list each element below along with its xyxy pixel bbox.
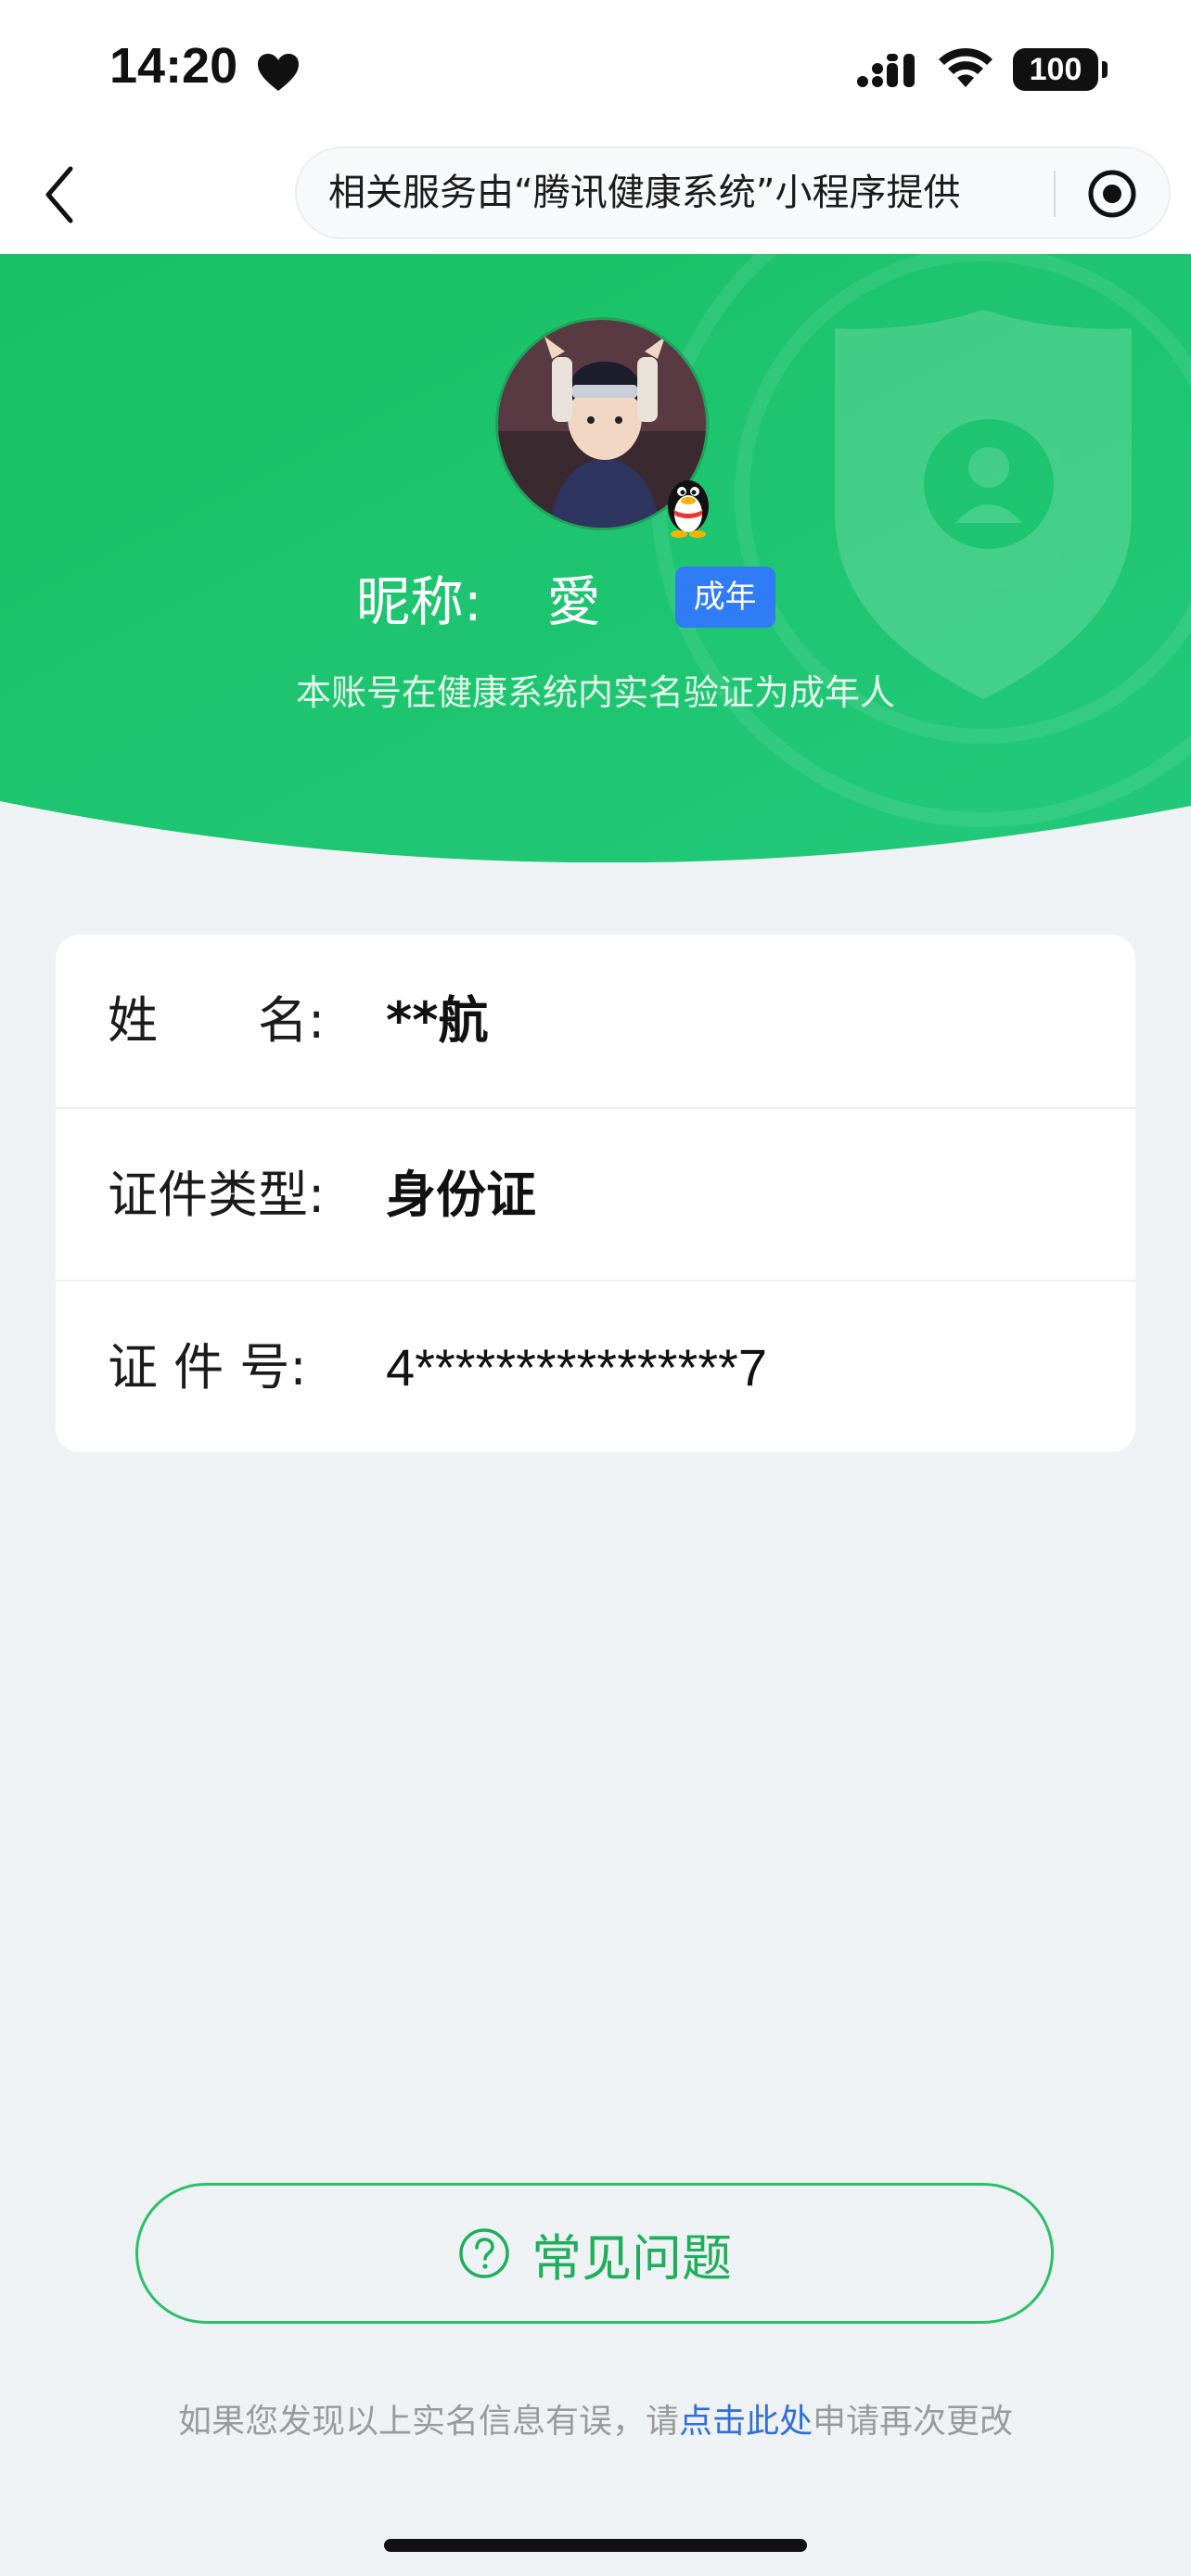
footer-prefix: 如果您发现以上实名信息有误，请 bbox=[177, 2403, 679, 2441]
faq-label: 常见问题 bbox=[531, 2228, 732, 2288]
name-value: **航 bbox=[386, 991, 489, 1050]
home-indicator[interactable] bbox=[384, 2539, 807, 2552]
wifi-icon bbox=[939, 47, 992, 87]
name-label: 姓 名: bbox=[108, 991, 326, 1050]
id-number-label: 证 件 号: bbox=[108, 1338, 307, 1396]
nickname-label: 昵称: bbox=[356, 570, 482, 633]
nickname-value: 愛 bbox=[546, 570, 601, 633]
id-type-value: 身份证 bbox=[386, 1166, 536, 1224]
nav-bar: 相关服务由“腾讯健康系统”小程序提供 bbox=[0, 139, 1191, 254]
provider-capsule[interactable]: 相关服务由“腾讯健康系统”小程序提供 bbox=[295, 147, 1171, 239]
id-number-value: 4****************7 bbox=[386, 1338, 767, 1396]
footer-suffix: 申请再次更改 bbox=[813, 2403, 1014, 2441]
faq-button[interactable]: 常见问题 bbox=[135, 2183, 1054, 2324]
signal-icon bbox=[857, 54, 915, 87]
status-bar: 14:20 100 bbox=[0, 0, 1191, 139]
heart-icon bbox=[258, 54, 299, 91]
qq-penguin-icon bbox=[668, 480, 709, 538]
verification-note: 本账号在健康系统内实名验证为成年人 bbox=[295, 672, 895, 713]
provider-text: 相关服务由“腾讯健康系统”小程序提供 bbox=[328, 172, 961, 214]
close-miniprogram-icon[interactable] bbox=[1087, 169, 1137, 219]
id-type-label: 证件类型: bbox=[108, 1166, 326, 1224]
age-badge: 成年 bbox=[674, 567, 775, 628]
info-row-id-type: 证件类型: 身份证 bbox=[56, 1107, 1135, 1280]
battery-indicator: 100 bbox=[1013, 48, 1098, 91]
info-row-name: 姓 名: **航 bbox=[56, 935, 1135, 1107]
battery-cap bbox=[1102, 61, 1108, 78]
info-row-id-number: 证 件 号: 4****************7 bbox=[56, 1280, 1135, 1452]
profile-header: 昵称: 愛 成年 本账号在健康系统内实名验证为成年人 bbox=[0, 254, 1191, 862]
change-request-link[interactable]: 点击此处 bbox=[679, 2403, 813, 2441]
capsule-divider bbox=[1054, 171, 1056, 217]
nickname-row: 昵称: 愛 成年 bbox=[356, 560, 775, 634]
status-time: 14:20 bbox=[109, 38, 238, 94]
question-icon bbox=[459, 2228, 509, 2278]
footer-note: 如果您发现以上实名信息有误，请点击此处申请再次更改 bbox=[0, 2394, 1191, 2442]
back-icon[interactable] bbox=[37, 159, 83, 230]
identity-info-card: 姓 名: **航 证件类型: 身份证 证 件 号: 4*************… bbox=[56, 935, 1135, 1452]
